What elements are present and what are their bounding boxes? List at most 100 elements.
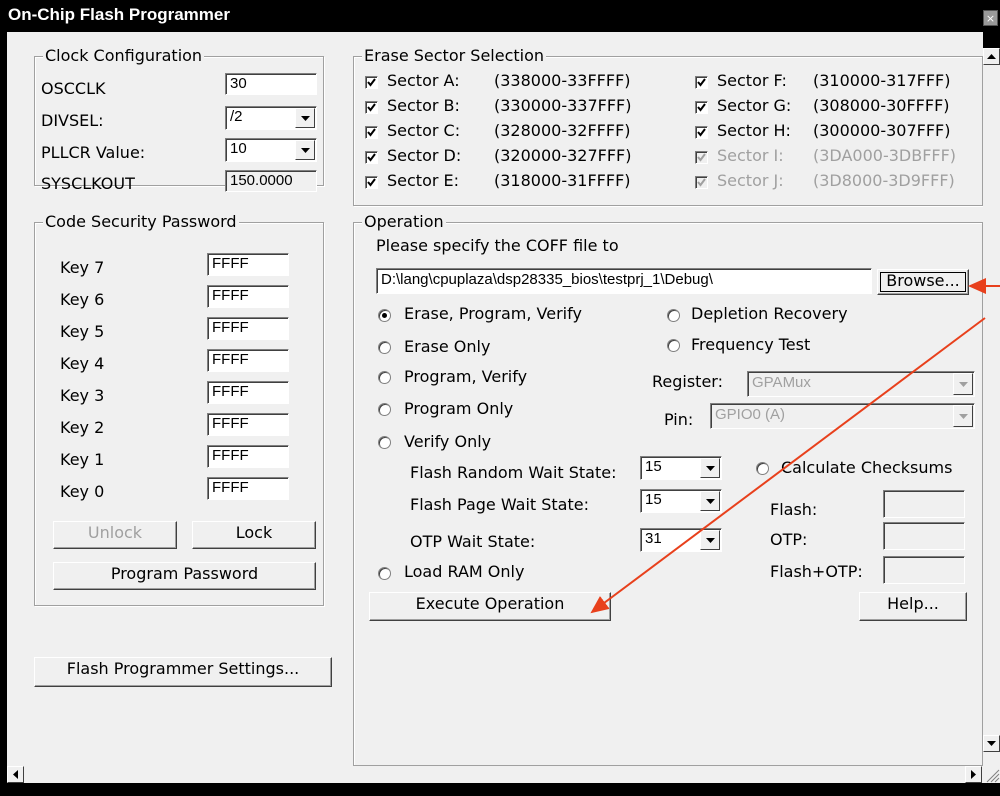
chevron-down-icon[interactable] [953,405,973,427]
key-1-label: Key 1 [60,450,105,469]
sector-a-checkbox[interactable] [365,76,378,89]
sector-d-label: Sector D: [387,146,462,165]
frequency-test-label: Frequency Test [691,335,811,354]
chevron-down-icon[interactable] [700,530,720,550]
key-7-input[interactable]: FFFF [207,253,289,276]
sector-i-checkbox [695,151,708,164]
chevron-down-icon[interactable] [295,140,315,160]
chevron-down-icon[interactable] [700,491,720,511]
scroll-down-icon[interactable] [983,735,1000,752]
otp-wait-state-value: 31 [645,530,662,547]
flash-programmer-settings-button[interactable]: Flash Programmer Settings... [34,657,332,687]
sector-d-checkbox[interactable] [365,151,378,164]
flash-programmer-window: On-Chip Flash Programmer × Clock Configu… [0,0,1000,796]
flash-page-wait-state-select[interactable]: 15 [640,489,722,513]
browse-button[interactable]: Browse... [877,269,969,295]
register-select[interactable]: GPAMux [747,371,975,397]
sector-b-checkbox[interactable] [365,101,378,114]
vertical-scrollbar[interactable] [983,48,1000,766]
key-0-label: Key 0 [60,482,105,501]
flash-random-wait-state-select[interactable]: 15 [640,456,722,480]
flash-page-wait-state-label: Flash Page Wait State: [410,495,589,514]
flash-checksum-label: Flash: [770,500,818,519]
title-bar[interactable]: On-Chip Flash Programmer × [0,0,1000,32]
divsel-select[interactable]: /2 [225,106,317,130]
mode-verify-only-radio[interactable] [378,436,391,449]
lock-button[interactable]: Lock [192,521,316,549]
key-6-input[interactable]: FFFF [207,285,289,308]
calculate-checksums-radio[interactable] [756,462,769,475]
osclk-input[interactable]: 30 [225,73,317,95]
key-7-label: Key 7 [60,258,105,277]
pin-value: GPIO0 (A) [715,406,786,423]
sector-h-checkbox[interactable] [695,126,708,139]
mode-verify-only-label: Verify Only [404,432,492,451]
horizontal-scrollbar[interactable] [7,766,983,783]
pin-label: Pin: [664,410,694,429]
key-0-input[interactable]: FFFF [207,477,289,500]
key-2-input[interactable]: FFFF [207,413,289,436]
mode-load-ram-only-radio[interactable] [378,567,391,580]
sector-j-label: Sector J: [717,171,784,190]
coff-path-input[interactable]: D:\lang\cpuplaza\dsp28335_bios\testprj_1… [376,268,872,294]
sector-g-checkbox[interactable] [695,101,708,114]
key-3-label: Key 3 [60,386,105,405]
sector-e-checkbox[interactable] [365,176,378,189]
sector-e-label: Sector E: [387,171,460,190]
sector-c-checkbox[interactable] [365,126,378,139]
scroll-right-icon[interactable] [965,766,982,783]
scroll-left-icon[interactable] [7,766,24,783]
unlock-button[interactable]: Unlock [53,521,177,549]
otp-checksum-label: OTP: [770,530,808,549]
close-button[interactable]: × [983,10,998,26]
mode-program-only-radio[interactable] [378,403,391,416]
mode-program-verify-radio[interactable] [378,371,391,384]
frequency-test-radio[interactable] [667,339,680,352]
key-3-input[interactable]: FFFF [207,381,289,404]
scroll-up-icon[interactable] [983,48,1000,65]
pllcr-select[interactable]: 10 [225,138,317,162]
sysclkout-value: 150.0000 [225,170,317,192]
sector-e-range: (318000-31FFFF) [494,171,631,190]
mode-program-verify-label: Program, Verify [404,367,528,386]
depletion-recovery-radio[interactable] [667,309,680,322]
key-5-label: Key 5 [60,322,105,341]
pllcr-value: 10 [230,140,247,157]
program-password-button[interactable]: Program Password [53,562,316,590]
sector-b-label: Sector B: [387,96,460,115]
key-1-input[interactable]: FFFF [207,445,289,468]
mode-erase-program-verify-label: Erase, Program, Verify [404,304,582,323]
sector-d-range: (320000-327FFF) [494,146,632,165]
chevron-down-icon[interactable] [295,108,315,128]
sector-f-checkbox[interactable] [695,76,708,89]
otp-wait-state-label: OTP Wait State: [410,532,536,551]
sector-g-label: Sector G: [717,96,792,115]
otp-wait-state-select[interactable]: 31 [640,528,722,552]
window-title: On-Chip Flash Programmer [8,5,230,24]
sysclkout-label: SYSCLKOUT [41,174,135,193]
resize-grip-icon[interactable] [983,766,1000,783]
register-label: Register: [652,372,723,391]
mode-erase-program-verify-radio[interactable] [378,309,391,322]
help-button[interactable]: Help... [859,592,967,621]
key-4-label: Key 4 [60,354,105,373]
flash-checksum-output [883,490,965,518]
operation-legend: Operation [362,212,446,232]
erase-sector-selection-legend: Erase Sector Selection [362,46,547,66]
flash-random-wait-state-value: 15 [645,458,662,475]
key-5-input[interactable]: FFFF [207,317,289,340]
mode-erase-only-radio[interactable] [378,341,391,354]
sector-g-range: (308000-30FFFF) [813,96,950,115]
pin-select[interactable]: GPIO0 (A) [710,403,975,429]
chevron-down-icon[interactable] [700,458,720,478]
sector-h-label: Sector H: [717,121,791,140]
execute-operation-button[interactable]: Execute Operation [369,592,611,621]
sector-j-range: (3D8000-3D9FFF) [813,171,955,190]
flash-otp-checksum-label: Flash+OTP: [770,562,863,581]
clock-configuration-legend: Clock Configuration [43,46,205,66]
chevron-down-icon[interactable] [953,373,973,395]
sector-i-label: Sector I: [717,146,784,165]
register-value: GPAMux [752,374,811,391]
window-bottom-border [0,783,1000,796]
key-4-input[interactable]: FFFF [207,349,289,372]
